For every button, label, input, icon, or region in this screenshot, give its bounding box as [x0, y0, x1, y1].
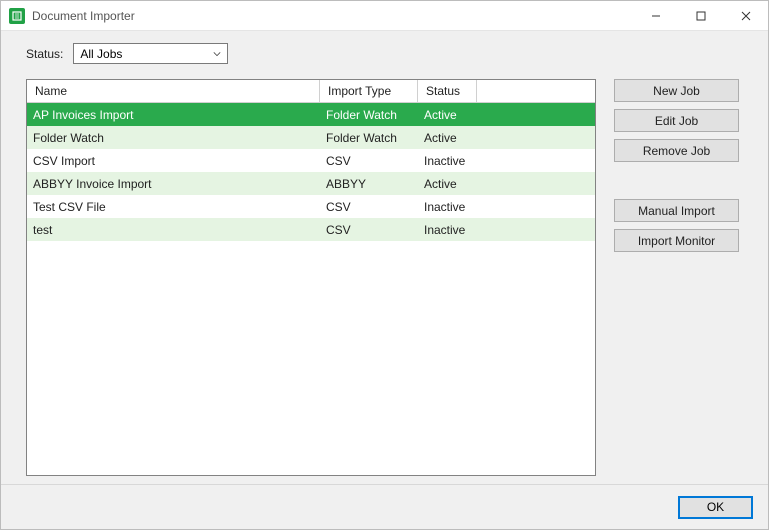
cell-status: Inactive — [418, 195, 477, 218]
column-header-status[interactable]: Status — [418, 80, 477, 102]
maximize-button[interactable] — [678, 1, 723, 30]
cell-name: CSV Import — [27, 149, 320, 172]
status-filter-row: Status: All Jobs — [26, 43, 753, 64]
status-label: Status: — [26, 47, 63, 61]
table-row[interactable]: AP Invoices ImportFolder WatchActive — [27, 103, 595, 126]
cell-import-type: CSV — [320, 149, 418, 172]
cell-status: Inactive — [418, 218, 477, 241]
cell-import-type: CSV — [320, 218, 418, 241]
content-area: Status: All Jobs Name Import Type Status… — [1, 31, 768, 484]
button-gap — [614, 169, 739, 199]
cell-name: test — [27, 218, 320, 241]
table-row[interactable]: CSV ImportCSVInactive — [27, 149, 595, 172]
window-title: Document Importer — [32, 9, 135, 23]
footer: OK — [1, 484, 768, 529]
table-header: Name Import Type Status — [27, 80, 595, 103]
cell-name: Folder Watch — [27, 126, 320, 149]
minimize-icon — [651, 11, 661, 21]
manual-import-button[interactable]: Manual Import — [614, 199, 739, 222]
import-monitor-button[interactable]: Import Monitor — [614, 229, 739, 252]
status-select-value: All Jobs — [80, 47, 122, 61]
status-select[interactable]: All Jobs — [73, 43, 228, 64]
cell-name: Test CSV File — [27, 195, 320, 218]
table-body: AP Invoices ImportFolder WatchActiveFold… — [27, 103, 595, 475]
app-window: Document Importer Status: All Jobs — [0, 0, 769, 530]
chevron-down-icon — [213, 47, 221, 61]
window-controls — [633, 1, 768, 30]
column-header-import-type[interactable]: Import Type — [320, 80, 418, 102]
edit-job-button[interactable]: Edit Job — [614, 109, 739, 132]
minimize-button[interactable] — [633, 1, 678, 30]
cell-name: ABBYY Invoice Import — [27, 172, 320, 195]
cell-status: Active — [418, 103, 477, 126]
remove-job-button[interactable]: Remove Job — [614, 139, 739, 162]
column-header-name[interactable]: Name — [27, 80, 320, 102]
cell-name: AP Invoices Import — [27, 103, 320, 126]
cell-status: Inactive — [418, 149, 477, 172]
cell-import-type: ABBYY — [320, 172, 418, 195]
column-header-spacer — [477, 80, 595, 102]
app-icon — [9, 8, 25, 24]
close-icon — [741, 11, 751, 21]
cell-import-type: CSV — [320, 195, 418, 218]
table-row[interactable]: Folder WatchFolder WatchActive — [27, 126, 595, 149]
cell-status: Active — [418, 172, 477, 195]
table-row[interactable]: testCSVInactive — [27, 218, 595, 241]
jobs-table: Name Import Type Status AP Invoices Impo… — [26, 79, 596, 476]
cell-import-type: Folder Watch — [320, 126, 418, 149]
table-row[interactable]: Test CSV FileCSVInactive — [27, 195, 595, 218]
new-job-button[interactable]: New Job — [614, 79, 739, 102]
titlebar: Document Importer — [1, 1, 768, 31]
maximize-icon — [696, 11, 706, 21]
side-buttons: New Job Edit Job Remove Job Manual Impor… — [614, 79, 739, 476]
table-row[interactable]: ABBYY Invoice ImportABBYYActive — [27, 172, 595, 195]
main-row: Name Import Type Status AP Invoices Impo… — [26, 79, 753, 476]
ok-button[interactable]: OK — [678, 496, 753, 519]
cell-import-type: Folder Watch — [320, 103, 418, 126]
close-button[interactable] — [723, 1, 768, 30]
cell-status: Active — [418, 126, 477, 149]
